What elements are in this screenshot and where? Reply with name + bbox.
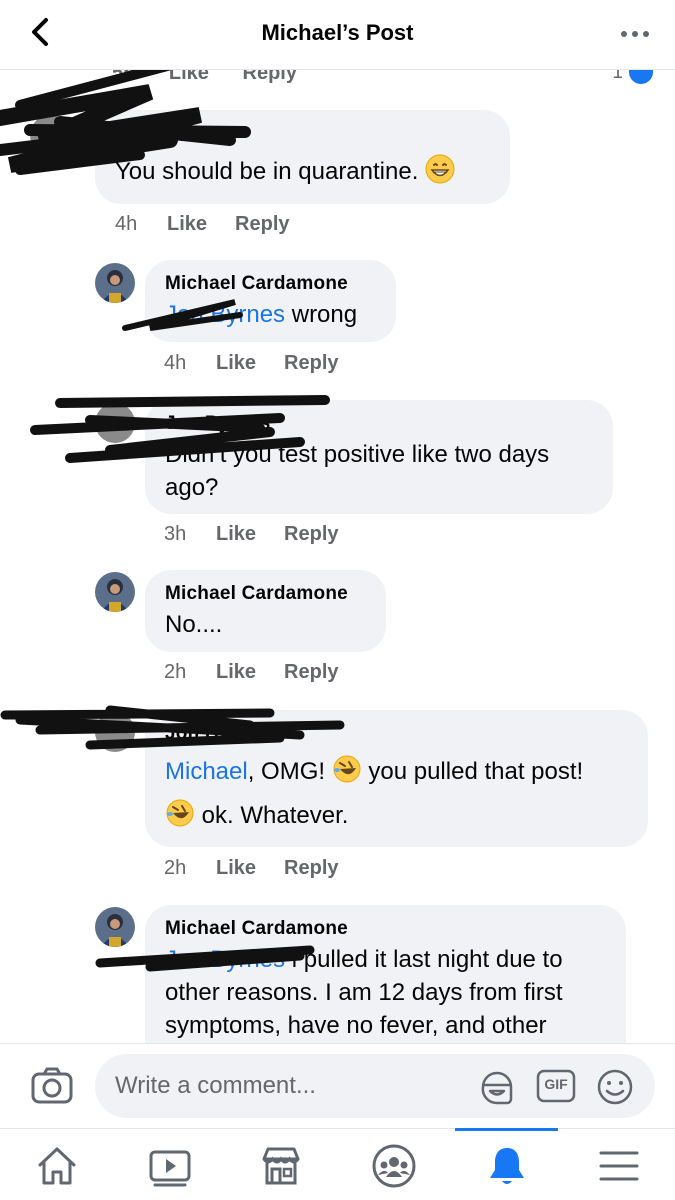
gif-button[interactable]: GIF [536, 1068, 576, 1106]
comment-actions-partial: 5h Like Reply [112, 70, 325, 85]
comment-box: GIF [95, 1054, 655, 1118]
avatar[interactable] [30, 115, 70, 155]
hamburger-menu-icon [599, 1151, 639, 1181]
comment-author[interactable]: Jon Byrnes [165, 412, 593, 436]
redaction-scribbles [0, 70, 345, 972]
sticker-button[interactable] [477, 1067, 517, 1107]
comment-bubble: Jon Byrnes Didn’t you test positive like… [145, 400, 613, 514]
comment-time: 2h [164, 857, 187, 879]
like-button[interactable]: Like [216, 857, 256, 880]
reply-button[interactable]: Reply [243, 70, 297, 84]
groups-icon [372, 1144, 416, 1188]
comment-author[interactable]: Jon Byrnes [115, 124, 490, 148]
grinning-face-emoji-icon [425, 154, 455, 184]
menu-tab[interactable] [594, 1141, 644, 1191]
like-button[interactable]: Like [169, 70, 209, 84]
comment-bubble: Michael Cardamone Jon Byrnes wrong [145, 260, 396, 342]
comment-actions: 4h Like Reply [164, 352, 367, 375]
notifications-tab[interactable] [482, 1141, 532, 1191]
smiley-icon [597, 1069, 633, 1105]
reply-button[interactable]: Reply [284, 857, 338, 880]
comment-actions: 3h Like Reply [164, 523, 367, 546]
comment-time: 4h [164, 352, 187, 374]
gif-label: GIF [544, 1076, 568, 1092]
home-icon [38, 1147, 76, 1185]
comment-author[interactable]: Jon Byrnes [165, 722, 628, 746]
comment-bubble: Michael Cardamone No.... [145, 570, 386, 652]
like-button[interactable]: Like [216, 523, 256, 546]
mention-link[interactable]: Jon Byrnes [165, 301, 285, 328]
avatar[interactable] [95, 712, 135, 752]
reply-button[interactable]: Reply [284, 661, 338, 684]
comment-composer: GIF [0, 1043, 675, 1128]
comment-time: 4h [115, 213, 138, 235]
active-tab-indicator [455, 1128, 558, 1131]
comment-text: Jon Byrnes wrong [165, 301, 358, 328]
camera-button[interactable] [30, 1066, 74, 1106]
mention-link[interactable]: Michael [165, 758, 248, 785]
shop-icon [262, 1147, 300, 1185]
avatar[interactable] [95, 572, 135, 612]
bottom-tab-bar [0, 1128, 675, 1200]
emoji-button[interactable] [595, 1067, 635, 1107]
like-button[interactable]: Like [167, 213, 207, 236]
comment-author[interactable]: Michael Cardamone [165, 917, 606, 941]
comment-text: Jon Byrnes i pulled it last night due to… [165, 946, 563, 1039]
sticker-icon [481, 1071, 513, 1105]
comment-input[interactable] [115, 1070, 475, 1102]
comment-actions: 2h Like Reply [164, 857, 367, 880]
rolling-laughing-emoji-icon [333, 755, 361, 783]
comments-feed[interactable]: 5h Like Reply 1 Jon Byrnes You should be… [0, 70, 675, 1043]
comment-time: 2h [164, 661, 187, 683]
comment-bubble: Michael Cardamone Jon Byrnes i pulled it… [145, 905, 626, 1043]
camera-icon [31, 1067, 73, 1104]
bell-icon [490, 1148, 524, 1184]
like-reaction-icon[interactable] [627, 70, 655, 86]
comment-text: You should be in quarantine. [115, 154, 490, 188]
comment-text: No.... [165, 611, 223, 638]
rolling-laughing-emoji-icon [166, 799, 194, 827]
mention-link[interactable]: Jon Byrnes [165, 946, 285, 973]
reply-button[interactable]: Reply [284, 523, 338, 546]
page-title: Michael’s Post [261, 20, 414, 45]
marketplace-tab[interactable] [256, 1141, 306, 1191]
avatar[interactable] [95, 263, 135, 303]
comment-author[interactable]: Michael Cardamone [165, 272, 376, 296]
comment-actions: 4h Like Reply [115, 213, 318, 236]
avatar[interactable] [95, 907, 135, 947]
reply-button[interactable]: Reply [284, 352, 338, 375]
video-play-icon [149, 1150, 191, 1187]
avatar[interactable] [95, 403, 135, 443]
comment-bubble: Jon Byrnes You should be in quarantine. [95, 110, 510, 204]
comment-time: 3h [164, 523, 187, 545]
groups-tab[interactable] [369, 1141, 419, 1191]
comment-text: Didn’t you test positive like two days a… [165, 441, 550, 501]
comment-time: 5h [112, 70, 136, 84]
comment-actions: 2h Like Reply [164, 661, 367, 684]
watch-tab[interactable] [145, 1141, 195, 1191]
reaction-count: 1 [612, 70, 623, 83]
like-button[interactable]: Like [216, 352, 256, 375]
comment-text: Michael, OMG! you pulled that post! ok. … [165, 750, 628, 838]
more-horizontal-icon [621, 31, 649, 37]
home-tab[interactable] [32, 1141, 82, 1191]
more-options-button[interactable] [619, 18, 651, 50]
post-header: Michael’s Post [0, 0, 675, 70]
comment-author[interactable]: Michael Cardamone [165, 582, 366, 606]
comment-bubble: Jon Byrnes Michael, OMG! you pulled that… [145, 710, 648, 847]
reply-button[interactable]: Reply [235, 213, 289, 236]
like-button[interactable]: Like [216, 661, 256, 684]
